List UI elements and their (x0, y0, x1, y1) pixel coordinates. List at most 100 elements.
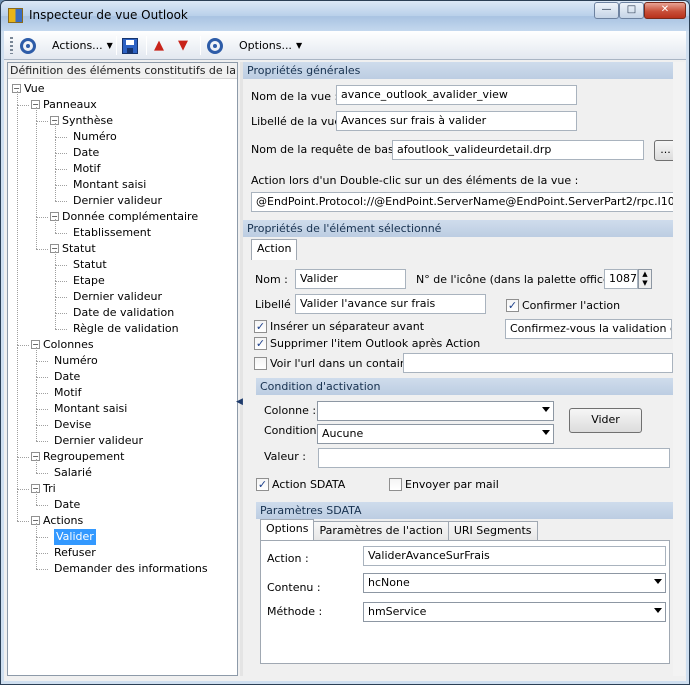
options-menu-label: Options... (239, 39, 292, 52)
minimize-button[interactable]: — (594, 2, 619, 19)
save-button[interactable] (122, 35, 138, 56)
action-sdata-checkbox[interactable]: ✓ Action SDATA (256, 478, 345, 491)
options-menu-button[interactable]: Options... ▼ (207, 35, 302, 56)
sdata-method-label: Méthode : (267, 605, 323, 618)
target-icon (20, 37, 36, 54)
tree-node[interactable]: Dernier valideur (73, 289, 162, 305)
maximize-button[interactable]: □ (619, 2, 644, 19)
tree-node[interactable]: Vue (24, 81, 45, 97)
tree-node[interactable]: Refuser (54, 545, 96, 561)
tree-connector (55, 267, 56, 281)
column-select[interactable] (317, 401, 554, 421)
tree-node[interactable]: Devise (54, 417, 91, 433)
tree-node[interactable]: Numéro (73, 129, 117, 145)
tab-action-params[interactable]: Paramètres de l'action (313, 521, 449, 540)
tree-connector (55, 265, 67, 266)
tree-connector (55, 313, 67, 314)
send-mail-checkbox[interactable]: Envoyer par mail (389, 478, 499, 491)
status-strip (4, 678, 686, 681)
tree-node[interactable]: Actions (43, 513, 83, 529)
tree-connector (36, 377, 48, 378)
tree-node[interactable]: Dernier valideur (73, 193, 162, 209)
tree-node[interactable]: Date (73, 145, 99, 161)
confirm-action-checkbox[interactable]: ✓ Confirmer l'action (506, 299, 620, 312)
client-area: Actions... ▼ ▲ ▼ Options... ▼ Définition (4, 31, 686, 681)
tree-node[interactable]: Motif (54, 385, 81, 401)
action-title-input[interactable]: Valider l'avance sur frais (295, 294, 486, 314)
tree-node[interactable]: Valider (54, 529, 96, 545)
tree-node[interactable]: Montant saisi (54, 401, 127, 417)
tree-node[interactable]: Motif (73, 161, 100, 177)
sdata-content-value: hcNone (368, 576, 410, 589)
dblclick-action-input[interactable]: @EndPoint.Protocol://@EndPoint.ServerNam… (251, 192, 677, 212)
tree-node[interactable]: Etape (73, 273, 105, 289)
column-label: Colonne : (264, 404, 317, 417)
sdata-content-select[interactable]: hcNone (363, 573, 666, 593)
tree-node[interactable]: Date de validation (73, 305, 174, 321)
checkbox-check-icon: ✓ (254, 337, 267, 350)
title-bar[interactable]: Inspecteur de vue Outlook — □ ✕ (1, 1, 689, 31)
tree-connector (17, 489, 29, 490)
toolbar: Actions... ▼ ▲ ▼ Options... ▼ (4, 31, 686, 60)
condition-select-value: Aucune (322, 427, 364, 440)
tree-node[interactable]: Statut (62, 241, 96, 257)
action-name-input[interactable]: Valider (295, 269, 406, 289)
value-input[interactable] (318, 448, 670, 468)
tree-connector (36, 425, 48, 426)
tree-node[interactable]: Colonnes (43, 337, 94, 353)
toolbar-separator (200, 36, 201, 55)
move-up-button[interactable]: ▲ (154, 35, 164, 56)
icon-number-label: N° de l'icône (dans la palette office ) … (416, 273, 625, 286)
tree-node[interactable]: Synthèse (62, 113, 113, 129)
dblclick-action-label: Action lors d'un Double-clic sur un des … (251, 174, 579, 187)
icon-number-input[interactable]: 1087 (604, 269, 638, 289)
checkbox-check-icon: ✓ (254, 320, 267, 333)
tree-node[interactable]: Date (54, 497, 80, 513)
show-url-checkbox[interactable]: Voir l'url dans un container (254, 357, 418, 370)
action-name-label: Nom : (255, 273, 288, 286)
tree-node[interactable]: Dernier valideur (54, 433, 143, 449)
tree-connector (55, 139, 56, 153)
save-icon (122, 37, 138, 54)
tree-node[interactable]: Panneaux (43, 97, 97, 113)
view-name-input[interactable]: avance_outlook_avalider_view (336, 85, 577, 105)
condition-select[interactable]: Aucune (317, 424, 554, 444)
toolbar-separator (116, 36, 117, 55)
view-title-input[interactable]: Avances sur frais à valider (336, 111, 577, 131)
close-button[interactable]: ✕ (644, 2, 686, 19)
tree-node[interactable]: Montant saisi (73, 177, 146, 193)
tree-node[interactable]: Donnée complémentaire (62, 209, 198, 225)
tree-node[interactable]: Etablissement (73, 225, 151, 241)
sdata-method-select[interactable]: hmService (363, 602, 666, 622)
tree-node[interactable]: Date (54, 369, 80, 385)
url-input[interactable] (403, 353, 673, 373)
clear-condition-button[interactable]: Vider (569, 408, 642, 433)
tree-connector (55, 123, 56, 137)
move-down-button[interactable]: ▼ (178, 35, 188, 56)
tree-node[interactable]: Salarié (54, 465, 92, 481)
tree-node[interactable]: Tri (43, 481, 56, 497)
action-sdata-label: Action SDATA (272, 478, 346, 491)
base-query-input[interactable]: afoutlook_valideurdetail.drp (392, 140, 644, 160)
tree-node[interactable]: Regroupement (43, 449, 124, 465)
delete-item-checkbox[interactable]: ✓ Supprimer l'item Outlook après Action (254, 337, 480, 350)
properties-scrollbar[interactable] (673, 62, 685, 676)
toolbar-grip[interactable] (10, 37, 13, 54)
actions-menu-button[interactable]: Actions... ▼ (20, 35, 113, 56)
tab-action[interactable]: Action (251, 239, 298, 260)
tab-uri-segments[interactable]: URI Segments (447, 521, 538, 540)
tree-connector (55, 219, 56, 233)
icon-number-spinner[interactable]: ▲ ▼ (638, 269, 652, 289)
tree-node[interactable]: Statut (73, 257, 107, 273)
tree-connector (36, 121, 48, 122)
tree-node[interactable]: Numéro (54, 353, 98, 369)
tree-connector (36, 217, 48, 218)
tree-node[interactable]: Demander des informations (54, 561, 208, 577)
sdata-action-input[interactable]: ValiderAvanceSurFrais (363, 546, 666, 566)
element-tree[interactable]: − Vue − Panneaux − Synthèse Numéro Date Motif Mon… (8, 79, 237, 675)
tab-options[interactable]: Options (260, 519, 315, 540)
confirm-message-input[interactable]: Confirmez-vous la validation des a (505, 319, 672, 339)
collapse-arrow-icon[interactable]: ◀ (236, 397, 243, 407)
insert-separator-checkbox[interactable]: ✓ Insérer un séparateur avant (254, 320, 424, 333)
tree-node[interactable]: Règle de validation (73, 321, 179, 337)
